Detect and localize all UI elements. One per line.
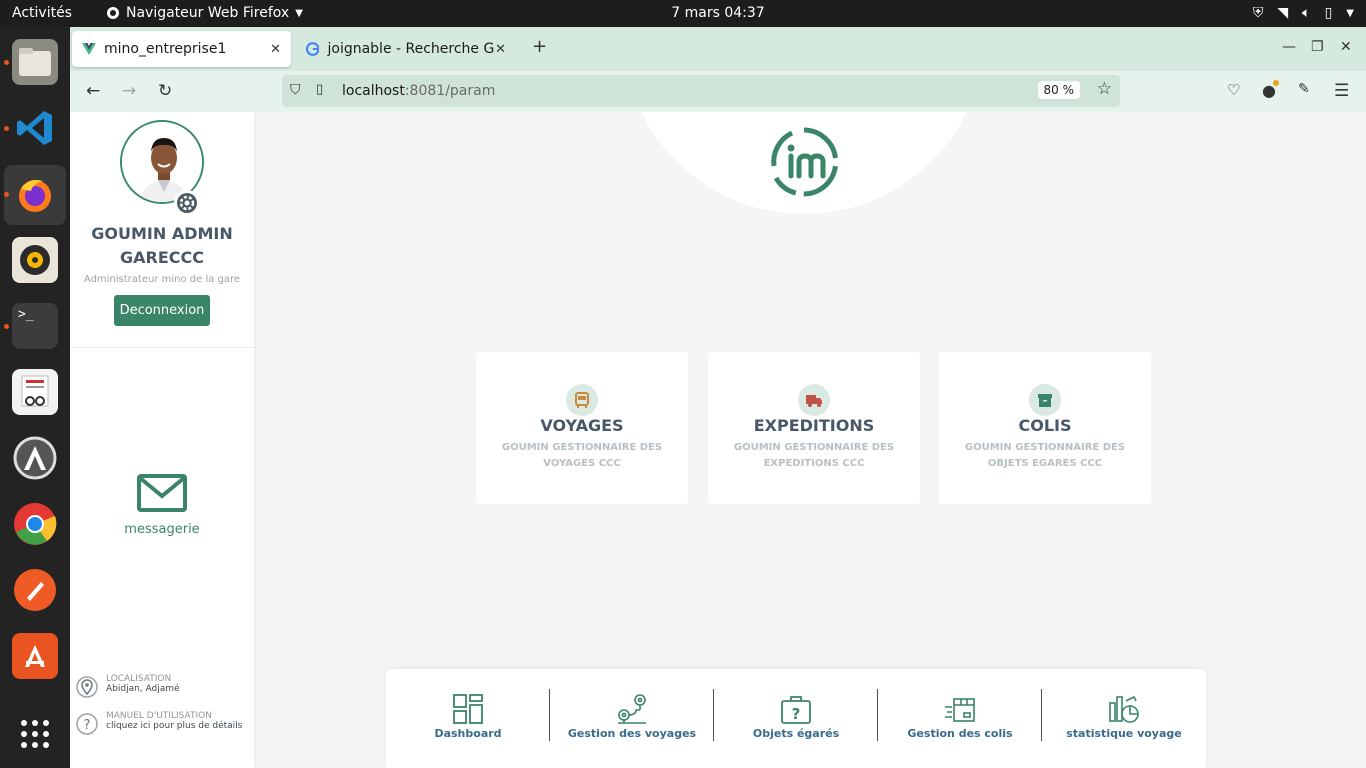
bus-icon [566, 384, 598, 416]
settings-gear-icon[interactable] [174, 190, 200, 216]
new-tab-button[interactable]: + [532, 36, 547, 57]
bookmark-star-icon[interactable]: ☆ [1097, 79, 1112, 99]
truck-icon [798, 384, 830, 416]
mino-logo-icon [771, 127, 839, 197]
vue-favicon [82, 43, 96, 55]
tab-title: joignable - Recherche Go [327, 41, 496, 57]
stats-icon [1109, 695, 1139, 723]
mail-icon[interactable] [137, 474, 187, 512]
system-top-bar: Activités Navigateur Web Firefox ▼ 7 mar… [0, 0, 1366, 27]
card-colis[interactable]: COLIS GOUMIN GESTIONNAIRE DES OBJETS EGA… [939, 352, 1151, 504]
reload-icon[interactable]: ↻ [158, 81, 172, 101]
tab-title: mino_entreprise1 [104, 41, 227, 57]
nav-label: Gestion des colis [907, 727, 1013, 740]
minimize-icon[interactable]: — [1282, 39, 1296, 55]
back-icon[interactable]: ← [86, 81, 100, 101]
files-icon[interactable] [12, 39, 58, 85]
tab-bar: mino_entreprise1 ✕ joignable - Recherche… [70, 27, 1366, 71]
close-tab-icon[interactable]: ✕ [495, 42, 506, 57]
zoom-badge[interactable]: 80 % [1037, 81, 1080, 99]
extension-icon[interactable]: ✎ [1298, 81, 1310, 97]
nav-objets-egares[interactable]: ? Objets égarés [714, 689, 878, 749]
route-icon [618, 694, 646, 724]
nav-label: Dashboard [434, 727, 502, 740]
chrome-icon[interactable] [12, 501, 58, 547]
location-value: Abidjan, Adjamé [106, 684, 180, 694]
logout-button[interactable]: Deconnexion [114, 295, 210, 326]
page-content: GOUMIN ADMIN GARECCC Administrateur mino… [70, 112, 1366, 768]
postman-icon[interactable] [12, 567, 58, 613]
battery-icon: ▯ [1324, 5, 1333, 21]
user-role: Administrateur mino de la gare [83, 274, 241, 285]
nav-label: statistique voyage [1066, 727, 1182, 740]
sidebar: GOUMIN ADMIN GARECCC Administrateur mino… [70, 112, 254, 768]
card-subtitle: GOUMIN GESTIONNAIRE DES EXPEDITIONS CCC [733, 442, 895, 469]
nav-colis[interactable]: Gestion des colis [878, 689, 1042, 749]
svg-text:?: ? [792, 705, 801, 723]
svg-text:?: ? [84, 718, 91, 733]
tab-google[interactable]: joignable - Recherche Go ✕ [296, 31, 516, 67]
document-viewer-icon[interactable] [12, 369, 58, 415]
location-pin-icon [76, 676, 98, 698]
card-title: EXPEDITIONS [753, 416, 875, 435]
nav-label: Gestion des voyages [567, 727, 697, 740]
nav-dashboard[interactable]: Dashboard [386, 689, 550, 749]
google-favicon [306, 42, 320, 56]
terminal-icon[interactable]: >_ [12, 303, 58, 349]
notification-dot [1273, 80, 1279, 86]
bottom-nav: Dashboard Gestion des voyages ? Objets é… [386, 669, 1206, 768]
location-info: LOCALISATION Abidjan, Adjamé [76, 674, 180, 700]
manual-title: MANUEL D'UTILISATION [106, 711, 212, 721]
archive-icon [1029, 384, 1061, 416]
menu-icon[interactable]: ☰ [1334, 81, 1349, 101]
software-updater-icon[interactable] [12, 435, 58, 481]
nav-label: Objets égarés [752, 727, 840, 740]
dock: >_ [0, 27, 70, 768]
tab-mino[interactable]: mino_entreprise1 ✕ [72, 31, 291, 67]
manual-link[interactable]: cliquez ici pour plus de détails [106, 721, 242, 731]
card-expeditions[interactable]: EXPEDITIONS GOUMIN GESTIONNAIRE DES EXPE… [708, 352, 920, 504]
close-window-icon[interactable]: ✕ [1340, 39, 1352, 55]
manual-info[interactable]: ? MANUEL D'UTILISATION cliquez ici pour … [76, 711, 242, 737]
volume-icon: 🔈︎ [1302, 5, 1311, 21]
page-icon: ▯ [316, 82, 324, 97]
nav-voyages[interactable]: Gestion des voyages [550, 689, 714, 749]
clock[interactable]: 7 mars 04:37 [0, 5, 1366, 21]
card-subtitle: GOUMIN GESTIONNAIRE DES VOYAGES CCC [501, 442, 663, 469]
forward-icon[interactable]: → [122, 81, 136, 101]
nav-bar: ← → ↻ ⛉ ▯ localhost:8081/param 80 % ☆ ♡ … [70, 71, 1366, 112]
app-store-icon[interactable] [12, 633, 58, 679]
logo-circle [623, 112, 985, 214]
lost-briefcase-icon: ? [781, 696, 811, 724]
firefox-icon[interactable] [4, 165, 66, 225]
divider [70, 347, 254, 348]
shield-icon: ⛨ [1252, 5, 1264, 21]
card-title: COLIS [1018, 416, 1072, 435]
location-title: LOCALISATION [106, 674, 172, 684]
user-name: GOUMIN ADMIN GARECCC [91, 224, 233, 267]
close-tab-icon[interactable]: ✕ [270, 42, 281, 57]
restore-icon[interactable]: ❐ [1311, 39, 1324, 55]
dashboard-icon [453, 694, 483, 724]
shield-icon[interactable]: ⛉ [290, 82, 301, 98]
show-apps-icon[interactable] [12, 711, 58, 757]
nav-statistiques[interactable]: statistique voyage [1042, 689, 1206, 749]
wifi-icon: ◥ [1277, 5, 1289, 21]
url-text[interactable]: localhost:8081/param [342, 83, 495, 99]
card-voyages[interactable]: VOYAGES GOUMIN GESTIONNAIRE DES VOYAGES … [476, 352, 688, 504]
parcel-icon [945, 698, 975, 722]
url-bar[interactable]: ⛉ ▯ localhost:8081/param 80 % ☆ [282, 75, 1120, 107]
rhythmbox-icon[interactable] [12, 237, 58, 283]
card-subtitle: GOUMIN GESTIONNAIRE DES OBJETS EGARES CC… [964, 442, 1126, 469]
messaging-link[interactable]: messagerie [70, 522, 254, 537]
vscode-icon[interactable] [12, 105, 58, 151]
browser-window: mino_entreprise1 ✕ joignable - Recherche… [70, 27, 1366, 768]
pocket-icon[interactable]: ♡ [1227, 81, 1240, 99]
system-tray[interactable]: ⛨ ◥ 🔈︎ ▯ ▼ [1253, 5, 1354, 21]
help-icon: ? [76, 713, 98, 735]
card-title: VOYAGES [540, 416, 624, 435]
power-icon: ▼ [1346, 7, 1354, 19]
